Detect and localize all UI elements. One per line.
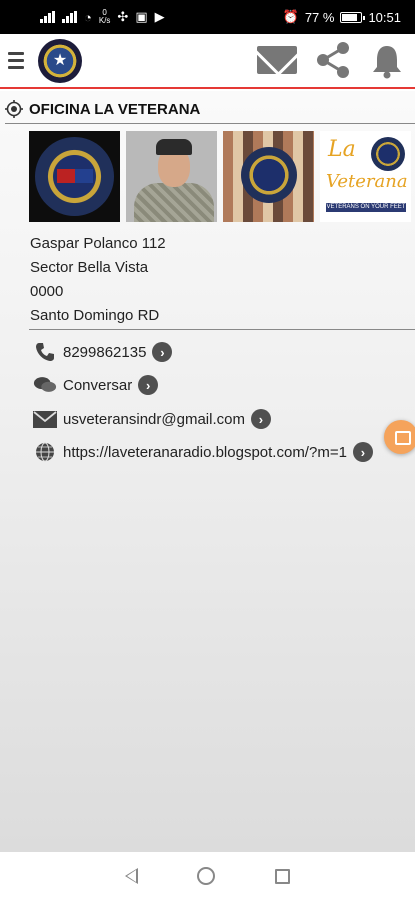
address-line-4: Santo Domingo RD xyxy=(30,307,160,324)
photo-gallery: La Veterana VETERANS ON YOUR FEET xyxy=(29,131,411,222)
recent-apps-icon[interactable] xyxy=(275,868,291,884)
phone-number[interactable]: 8299862135 xyxy=(63,344,146,361)
title-divider xyxy=(5,123,415,124)
website-url[interactable]: https://laveteranaradio.blogspot.com/?m=… xyxy=(63,444,347,461)
nfc-icon: ✣ xyxy=(117,9,129,24)
listing-title: OFICINA LA VETERANA xyxy=(29,100,201,118)
gallery-image-person[interactable] xyxy=(126,131,217,222)
phone-icon xyxy=(33,342,57,362)
address-block: Gaspar Polanco 112 Sector Bella Vista 00… xyxy=(30,232,166,328)
email-icon xyxy=(33,409,57,429)
battery-percent: 77 % xyxy=(304,9,335,25)
address-line-2: Sector Bella Vista xyxy=(30,259,149,276)
phone-row[interactable]: 8299862135 › xyxy=(33,342,173,362)
email-address[interactable]: usveteransindr@gmail.com xyxy=(63,411,245,428)
chat-label[interactable]: Conversar xyxy=(63,377,132,394)
battery-icon xyxy=(340,11,366,23)
youtube-icon: ▶ xyxy=(154,9,165,24)
chat-icon xyxy=(33,375,57,395)
gallery-image-veterans-seal[interactable] xyxy=(29,131,120,222)
system-nav-bar xyxy=(0,852,415,900)
camera-fab-icon[interactable] xyxy=(384,420,415,454)
chat-row[interactable]: Conversar › xyxy=(33,375,159,395)
website-row[interactable]: https://laveteranaradio.blogspot.com/?m=… xyxy=(33,442,373,462)
notification-icon: ▣ xyxy=(135,9,148,24)
listing-content: OFICINA LA VETERANA La Veterana VETERANS… xyxy=(0,91,415,852)
menu-icon[interactable] xyxy=(8,52,24,73)
wifi-icon: ◔ xyxy=(84,9,92,25)
listing-header: OFICINA LA VETERANA xyxy=(5,100,200,118)
data-rate: 0 K/s xyxy=(98,8,111,25)
mail-icon[interactable] xyxy=(257,46,297,74)
location-target-icon xyxy=(5,100,23,118)
chevron-right-icon[interactable]: › xyxy=(250,409,271,429)
email-row[interactable]: usveteransindr@gmail.com › xyxy=(33,409,271,429)
chevron-right-icon[interactable]: › xyxy=(352,442,373,462)
gallery-image-collage[interactable] xyxy=(223,131,314,222)
signal-icon xyxy=(40,11,55,23)
back-icon[interactable] xyxy=(124,868,138,884)
globe-icon xyxy=(33,442,57,462)
chevron-right-icon[interactable]: › xyxy=(152,342,173,362)
bell-icon[interactable] xyxy=(370,43,404,79)
status-bar: ◔ 0 K/s ✣ ▣ ▶ ⏰ 77 % 10:51 xyxy=(0,0,415,34)
home-icon[interactable] xyxy=(197,867,216,885)
app-bar xyxy=(0,34,415,89)
address-line-1: Gaspar Polanco 112 xyxy=(30,235,166,252)
chevron-right-icon[interactable]: › xyxy=(138,375,159,395)
signal-icon-2 xyxy=(62,11,77,23)
clock: 10:51 xyxy=(368,9,401,25)
gallery-image-la-veterana-logo[interactable]: La Veterana VETERANS ON YOUR FEET xyxy=(320,131,411,222)
share-icon[interactable] xyxy=(313,40,353,80)
app-logo[interactable] xyxy=(38,39,82,83)
address-line-3: 0000 xyxy=(30,283,64,300)
alarm-off-icon: ⏰ xyxy=(282,9,299,24)
address-divider xyxy=(29,329,415,330)
